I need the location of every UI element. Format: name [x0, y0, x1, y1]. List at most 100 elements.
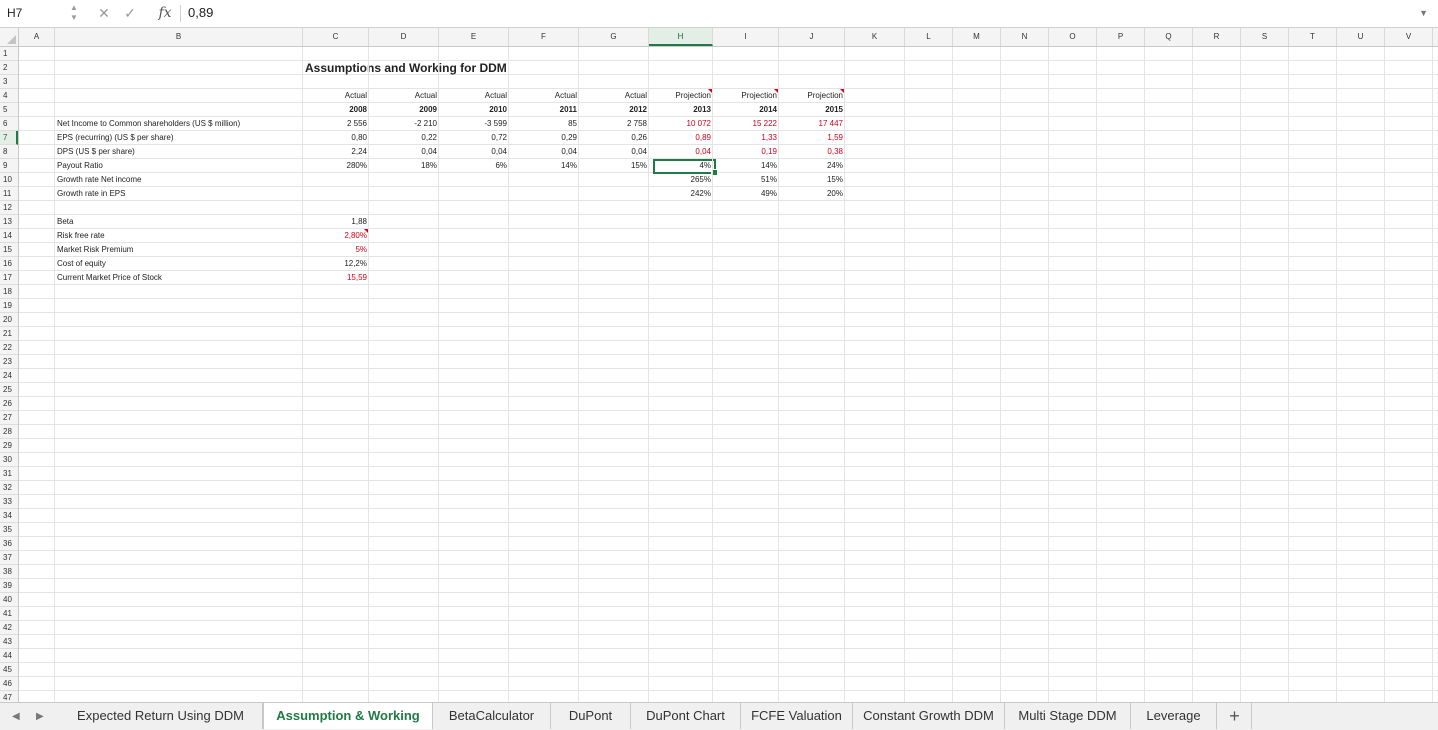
cell-j11[interactable]: 20% — [779, 187, 845, 201]
column-header-v[interactable]: V — [1385, 28, 1433, 46]
row-header-28[interactable]: 28 — [0, 425, 18, 439]
row-header-37[interactable]: 37 — [0, 551, 18, 565]
sheet-tab-leverage[interactable]: Leverage — [1131, 703, 1217, 729]
column-header-i[interactable]: I — [713, 28, 779, 46]
label-growth_eps[interactable]: Growth rate in EPS — [55, 187, 303, 201]
row-header-42[interactable]: 42 — [0, 621, 18, 635]
row-header-26[interactable]: 26 — [0, 397, 18, 411]
sheet-tab-expected-return-using-ddm[interactable]: Expected Return Using DDM — [59, 703, 263, 729]
row-header-22[interactable]: 22 — [0, 341, 18, 355]
row-header-9[interactable]: 9 — [0, 159, 18, 173]
row-header-8[interactable]: 8 — [0, 145, 18, 159]
row-header-31[interactable]: 31 — [0, 467, 18, 481]
row-header-13[interactable]: 13 — [0, 215, 18, 229]
row-header-30[interactable]: 30 — [0, 453, 18, 467]
column-header-o[interactable]: O — [1049, 28, 1097, 46]
expand-icon[interactable]: ▼ — [1419, 0, 1428, 26]
header-type-d[interactable]: Actual — [369, 89, 439, 103]
row-header-16[interactable]: 16 — [0, 257, 18, 271]
prev-sheet-icon[interactable]: ◀ — [12, 703, 20, 730]
header-year-f[interactable]: 2011 — [509, 103, 579, 117]
header-type-f[interactable]: Actual — [509, 89, 579, 103]
cell-c6[interactable]: 2 556 — [303, 117, 369, 131]
sheet-tab-fcfe-valuation[interactable]: FCFE Valuation — [741, 703, 853, 729]
label-rf[interactable]: Risk free rate — [55, 229, 303, 243]
sheet-title[interactable]: Assumptions and Working for DDM — [303, 61, 603, 77]
row-header-39[interactable]: 39 — [0, 579, 18, 593]
row-header-6[interactable]: 6 — [0, 117, 18, 131]
cell-g8[interactable]: 0,04 — [579, 145, 649, 159]
label-growth_ni[interactable]: Growth rate Net income — [55, 173, 303, 187]
formula-input[interactable]: 0,89 — [188, 0, 213, 26]
cell-c16[interactable]: 12,2% — [303, 257, 369, 271]
header-year-d[interactable]: 2009 — [369, 103, 439, 117]
row-header-5[interactable]: 5 — [0, 103, 18, 117]
column-header-e[interactable]: E — [439, 28, 509, 46]
fx-icon[interactable]: fx — [152, 0, 178, 26]
cell-e7[interactable]: 0,72 — [439, 131, 509, 145]
column-header-b[interactable]: B — [55, 28, 303, 46]
row-header-24[interactable]: 24 — [0, 369, 18, 383]
cell-e8[interactable]: 0,04 — [439, 145, 509, 159]
next-sheet-icon[interactable]: ▶ — [36, 703, 44, 730]
cell-f6[interactable]: 85 — [509, 117, 579, 131]
row-header-3[interactable]: 3 — [0, 75, 18, 89]
cell-d6[interactable]: -2 210 — [369, 117, 439, 131]
cell-area[interactable]: Assumptions and Working for DDM Actual 200… — [19, 47, 1438, 702]
cell-c17[interactable]: 15,59 — [303, 271, 369, 285]
header-year-h[interactable]: 2013 — [649, 103, 713, 117]
sheet-tab-multi-stage-ddm[interactable]: Multi Stage DDM — [1005, 703, 1131, 729]
cell-c14[interactable]: 2,80% — [303, 229, 369, 243]
label-eps[interactable]: EPS (recurring) (US $ per share) — [55, 131, 303, 145]
sheet-tab-dupont-chart[interactable]: DuPont Chart — [631, 703, 741, 729]
header-type-i[interactable]: Projection — [713, 89, 779, 103]
label-beta[interactable]: Beta — [55, 215, 303, 229]
cell-c9[interactable]: 280% — [303, 159, 369, 173]
row-header-18[interactable]: 18 — [0, 285, 18, 299]
row-header-12[interactable]: 12 — [0, 201, 18, 215]
column-header-q[interactable]: Q — [1145, 28, 1193, 46]
cell-i6[interactable]: 15 222 — [713, 117, 779, 131]
cancel-icon[interactable]: ✕ — [94, 0, 114, 26]
cell-i10[interactable]: 51% — [713, 173, 779, 187]
column-header-g[interactable]: G — [579, 28, 649, 46]
row-header-7[interactable]: 7 — [0, 131, 18, 145]
header-type-h[interactable]: Projection — [649, 89, 713, 103]
cell-i9[interactable]: 14% — [713, 159, 779, 173]
cell-h10[interactable]: 265% — [649, 173, 713, 187]
row-header-14[interactable]: 14 — [0, 229, 18, 243]
cell-c15[interactable]: 5% — [303, 243, 369, 257]
cell-g9[interactable]: 15% — [579, 159, 649, 173]
column-header-t[interactable]: T — [1289, 28, 1337, 46]
column-header-h[interactable]: H — [649, 28, 713, 46]
row-header-32[interactable]: 32 — [0, 481, 18, 495]
column-header-j[interactable]: J — [779, 28, 845, 46]
column-header-u[interactable]: U — [1337, 28, 1385, 46]
cell-j6[interactable]: 17 447 — [779, 117, 845, 131]
column-header-r[interactable]: R — [1193, 28, 1241, 46]
cell-j8[interactable]: 0,38 — [779, 145, 845, 159]
cell-j9[interactable]: 24% — [779, 159, 845, 173]
header-type-g[interactable]: Actual — [579, 89, 649, 103]
label-coe[interactable]: Cost of equity — [55, 257, 303, 271]
row-header-17[interactable]: 17 — [0, 271, 18, 285]
label-mrp[interactable]: Market Risk Premium — [55, 243, 303, 257]
header-year-e[interactable]: 2010 — [439, 103, 509, 117]
sheet-tab-betacalculator[interactable]: BetaCalculator — [433, 703, 551, 729]
row-header-20[interactable]: 20 — [0, 313, 18, 327]
sheet-tab-assumption-working[interactable]: Assumption & Working — [263, 703, 433, 729]
cell-c8[interactable]: 2,24 — [303, 145, 369, 159]
cell-h6[interactable]: 10 072 — [649, 117, 713, 131]
row-header-43[interactable]: 43 — [0, 635, 18, 649]
header-type-c[interactable]: Actual — [303, 89, 369, 103]
label-price[interactable]: Current Market Price of Stock — [55, 271, 303, 285]
column-header-c[interactable]: C — [303, 28, 369, 46]
row-header-47[interactable]: 47 — [0, 691, 18, 702]
cell-c7[interactable]: 0,80 — [303, 131, 369, 145]
row-header-29[interactable]: 29 — [0, 439, 18, 453]
row-header-40[interactable]: 40 — [0, 593, 18, 607]
cell-i11[interactable]: 49% — [713, 187, 779, 201]
cell-d8[interactable]: 0,04 — [369, 145, 439, 159]
header-year-c[interactable]: 2008 — [303, 103, 369, 117]
cell-h11[interactable]: 242% — [649, 187, 713, 201]
